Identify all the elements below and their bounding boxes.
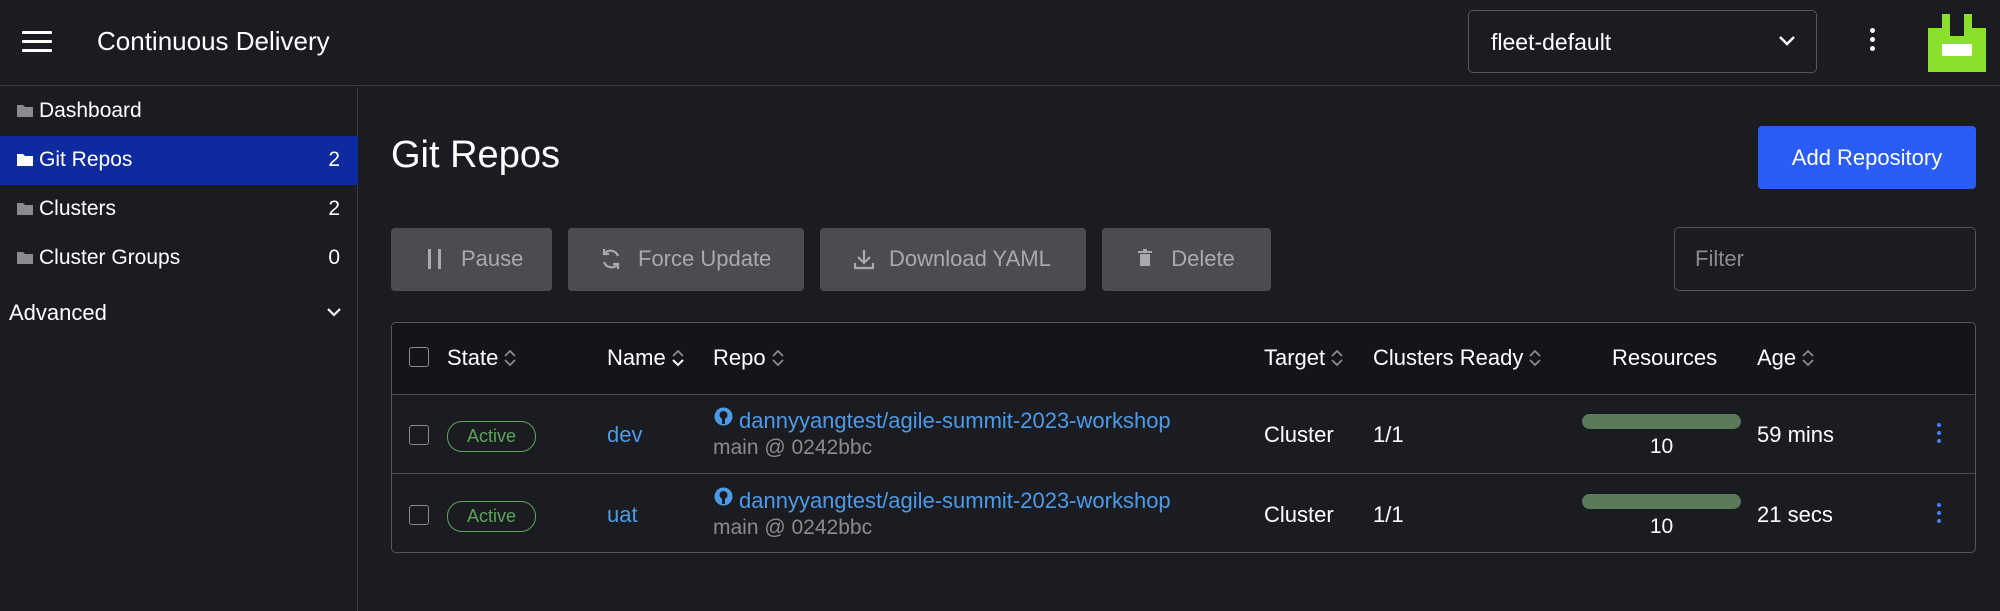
pause-button[interactable]: Pause [391,228,552,291]
row-checkbox[interactable] [409,425,429,445]
column-resources-label: Resources [1612,345,1718,370]
column-clusters-ready-label: Clusters Ready [1373,345,1524,370]
sidebar-item-dashboard[interactable]: Dashboard [0,87,358,136]
column-state[interactable]: State [447,345,517,371]
row-actions-icon[interactable] [1934,503,1944,527]
column-resources: Resources [1612,345,1717,371]
namespace-value: fleet-default [1491,29,1612,55]
sort-icon [771,349,784,367]
clusters-ready-value: 1/1 [1373,502,1404,527]
sidebar-item-label: Cluster Groups [39,246,181,269]
column-age-label: Age [1757,345,1797,370]
table-row: Active dev dannyyangtest/agile-summit-20… [392,395,1975,474]
repo-name-link[interactable]: dev [607,422,642,448]
row-checkbox[interactable] [409,505,429,525]
refresh-icon [602,249,620,269]
top-header: Continuous Delivery fleet-default [0,0,2000,86]
delete-button[interactable]: Delete [1102,228,1271,291]
sort-icon [1802,349,1814,367]
folder-icon [17,203,33,215]
namespace-select[interactable]: fleet-default [1468,10,1817,73]
sidebar-item-count: 0 [328,246,340,269]
add-repository-button[interactable]: Add Repository [1758,126,1976,189]
add-repository-label: Add Repository [1791,145,1943,170]
repo-branch: main @ 0242bbc [713,436,873,459]
sidebar-item-label: Clusters [39,197,117,220]
repo-name-link[interactable]: uat [607,502,638,528]
sidebar-item-cluster-groups[interactable]: Cluster Groups 0 [0,234,358,283]
trash-icon [1138,249,1152,266]
sidebar-item-count: 2 [328,148,340,171]
app-title: Continuous Delivery [97,26,330,56]
column-repo-label: Repo [713,345,766,370]
avatar[interactable] [1928,14,1986,72]
resources-bar-fill [1582,494,1741,509]
table-row: Active uat dannyyangtest/agile-summit-20… [392,475,1975,552]
resources-bar-fill [1582,414,1741,429]
column-target[interactable]: Target [1264,345,1344,371]
sidebar-item-count: 2 [328,197,340,220]
sort-icon [671,349,684,367]
age-value: 21 secs [1757,502,1833,527]
column-target-label: Target [1264,345,1326,370]
sidebar-advanced-toggle[interactable]: Advanced [0,291,358,335]
force-update-label: Force Update [638,246,772,271]
folder-icon [17,105,33,117]
advanced-label: Advanced [9,300,107,325]
sidebar-item-label: Git Repos [39,148,133,171]
sidebar-item-label: Dashboard [39,99,142,122]
repo-url-link[interactable]: dannyyangtest/agile-summit-2023-workshop [739,488,1171,514]
status-badge: Active [447,421,536,452]
sidebar: Dashboard Git Repos 2 Clusters 2 Cluster… [0,87,358,611]
more-options-icon[interactable] [1864,28,1880,58]
chevron-down-icon [327,308,341,317]
github-icon [714,407,733,426]
filter-input[interactable] [1674,227,1976,291]
sort-icon [1529,349,1542,367]
status-badge: Active [447,501,536,532]
page-title: Git Repos [391,134,560,176]
column-state-label: State [447,345,499,370]
column-clusters-ready[interactable]: Clusters Ready [1373,345,1542,371]
resources-bar [1582,414,1741,429]
sort-icon [504,349,517,367]
github-icon [714,487,733,506]
table-header: State Name Repo Target Clusters Ready Re… [392,323,1975,395]
download-icon [853,250,875,270]
sidebar-item-clusters[interactable]: Clusters 2 [0,185,358,234]
download-yaml-label: Download YAML [889,246,1051,271]
sort-icon [1331,349,1343,367]
target-value: Cluster [1264,502,1334,527]
resources-count: 10 [1649,515,1674,538]
force-update-button[interactable]: Force Update [568,228,804,291]
target-value: Cluster [1264,422,1334,447]
column-name[interactable]: Name [607,345,685,371]
repo-branch: main @ 0242bbc [713,516,873,539]
pause-icon [428,249,441,269]
resources-bar [1582,494,1741,509]
select-all-checkbox[interactable] [409,347,429,367]
clusters-ready-value: 1/1 [1373,422,1404,447]
column-name-label: Name [607,345,666,370]
download-yaml-button[interactable]: Download YAML [820,228,1086,291]
folder-open-icon [17,154,33,166]
row-actions-icon[interactable] [1934,423,1944,447]
resources-count: 10 [1649,435,1674,458]
age-value: 59 mins [1757,422,1835,447]
folder-icon [17,252,33,264]
repo-url-link[interactable]: dannyyangtest/agile-summit-2023-workshop [739,408,1171,434]
pause-label: Pause [461,246,524,271]
hamburger-menu-icon[interactable] [22,31,52,53]
delete-label: Delete [1171,246,1235,271]
column-repo[interactable]: Repo [713,345,785,371]
chevron-down-icon [1779,36,1795,46]
column-age[interactable]: Age [1757,345,1815,371]
sidebar-item-git-repos[interactable]: Git Repos 2 [0,136,358,185]
git-repos-table: State Name Repo Target Clusters Ready Re… [391,322,1976,553]
